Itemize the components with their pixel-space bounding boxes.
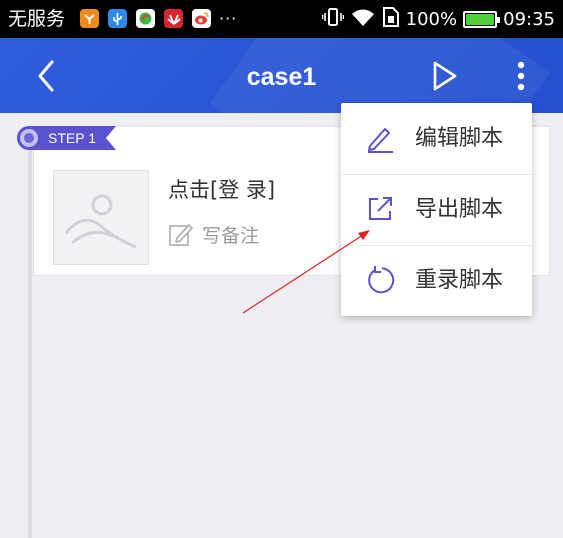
page-title: case1 (246, 63, 317, 91)
vibrate-icon (321, 7, 344, 32)
menu-item-label: 重录脚本 (415, 268, 504, 293)
add-note-button[interactable]: 写备注 (168, 220, 259, 248)
step-screenshot-thumbnail[interactable] (53, 170, 149, 265)
carrier-text: 无服务 (8, 8, 66, 30)
timeline-line (28, 138, 32, 538)
step-badge: STEP 1 (17, 126, 116, 150)
wifi-icon (350, 7, 376, 32)
more-vertical-icon (517, 61, 525, 91)
battery-percent: 100% (405, 8, 458, 30)
script-options-menu: 编辑脚本 导出脚本 重录脚本 (341, 103, 532, 316)
play-button[interactable] (428, 60, 460, 92)
app-bar: case1 (0, 38, 563, 113)
game-app-icon (80, 9, 99, 28)
more-notifications: ··· (219, 9, 238, 28)
menu-item-label: 导出脚本 (415, 197, 504, 222)
huawei-app-icon (164, 9, 183, 28)
image-placeholder-icon (64, 194, 137, 249)
weibo-app-icon (192, 9, 211, 28)
usb-icon (108, 9, 127, 28)
menu-item-edit-script[interactable]: 编辑脚本 (341, 103, 532, 174)
export-icon (369, 197, 392, 220)
re-record-icon (368, 266, 395, 294)
step-action-text: 点击[登 录] (168, 178, 276, 202)
more-options-button[interactable] (506, 56, 536, 96)
note-label: 写备注 (202, 224, 260, 247)
edit-note-icon (169, 224, 193, 246)
menu-item-export-script[interactable]: 导出脚本 (341, 174, 532, 245)
notification-icons (80, 9, 211, 28)
edit-pen-icon (368, 128, 393, 153)
browser-app-icon (136, 9, 155, 28)
menu-item-label: 编辑脚本 (415, 126, 504, 151)
clock: 09:35 (503, 8, 555, 30)
step-dot-icon (20, 129, 38, 147)
sim-card-icon (382, 6, 400, 32)
menu-item-rerecord-script[interactable]: 重录脚本 (341, 245, 532, 316)
play-icon (433, 61, 457, 91)
battery-icon (463, 10, 501, 28)
status-bar: 无服务 ··· 100% 09:35 (0, 0, 563, 38)
